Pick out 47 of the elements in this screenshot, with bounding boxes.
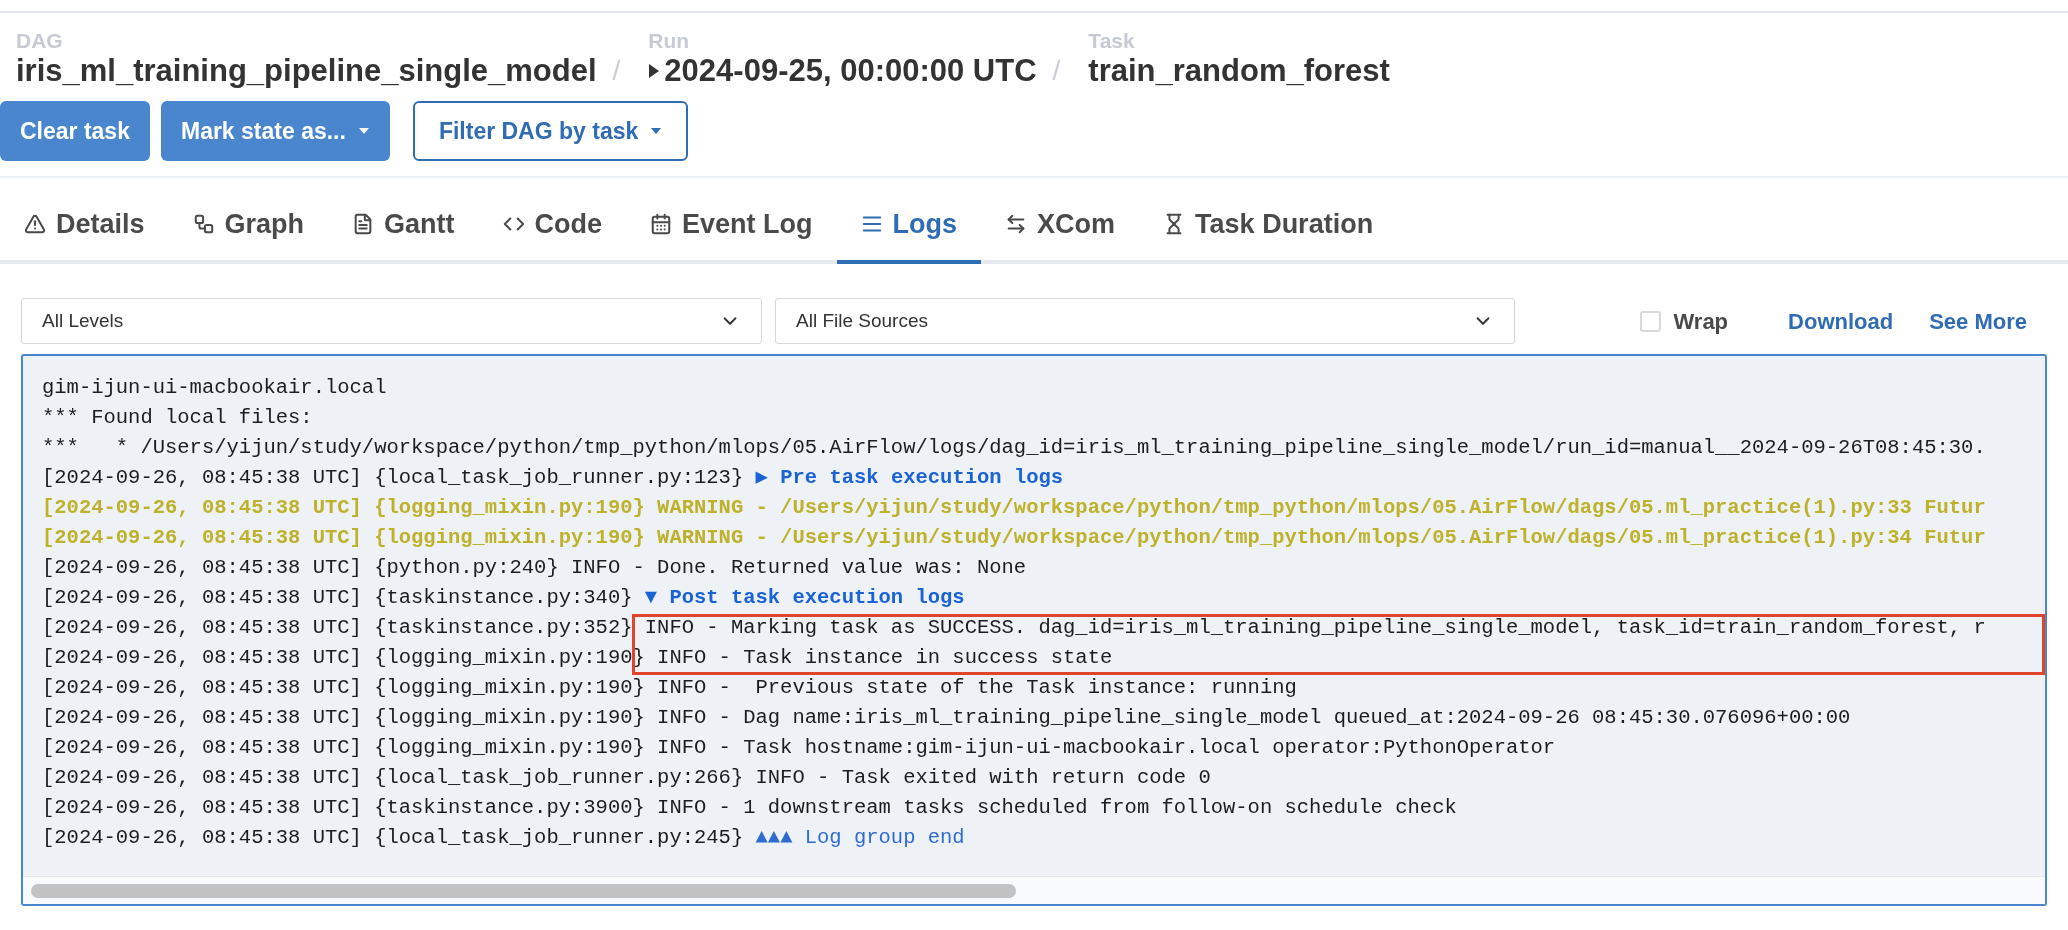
tab[interactable]: XCom — [981, 188, 1140, 264]
log-line: gim-ijun-ui-macbookair.local — [42, 375, 387, 401]
calendar-icon — [650, 213, 673, 235]
breadcrumb-separator: / — [1052, 54, 1061, 88]
breadcrumb-link[interactable]: train_random_forest — [1088, 53, 1390, 89]
tab[interactable]: Gantt — [328, 188, 479, 264]
action-button[interactable]: Clear task — [0, 101, 150, 161]
log-group-toggle[interactable]: ▲▲▲ Log group end — [755, 826, 965, 849]
log-line: [2024-09-26, 08:45:38 UTC] {python.py:240} INFO - Done. Returned value was: None — [42, 555, 1027, 581]
log-group-toggle[interactable]: ▼ Post task execution logs — [644, 586, 965, 609]
wrap-label: Wrap — [1673, 307, 1729, 336]
breadcrumb-link[interactable]: 2024-09-25, 00:00:00 UTC — [664, 53, 1037, 89]
level-select[interactable]: All Levels — [21, 298, 762, 344]
log-line: *** Found local files: — [42, 405, 313, 431]
log-text: [2024-09-26, 08:45:38 UTC] {taskinstance.py:340} — [42, 586, 634, 609]
tab[interactable]: Event Log — [626, 188, 837, 264]
log-line: [2024-09-26, 08:45:38 UTC] {logging_mixin.py:190} WARNING - /Users/yijun/study/workspace/python/tmp_python/mlops/05.AirFlow/dags/05.ml_practice(1).py:33 Futur — [42, 495, 1986, 521]
action-button[interactable]: Filter DAG by task — [412, 101, 689, 161]
tab[interactable]: Details — [0, 188, 169, 264]
source-select[interactable]: All File Sources — [775, 298, 1515, 344]
graph-icon — [192, 213, 215, 235]
log-line: [2024-09-26, 08:45:38 UTC] {local_task_job_runner.py:266} INFO - Task exited with return code 0 — [42, 765, 1211, 791]
tab[interactable]: Code — [478, 188, 627, 264]
log-action-link[interactable]: Download — [1788, 304, 1894, 338]
breadcrumb-separator: / — [612, 54, 621, 88]
log-line: [2024-09-26, 08:45:38 UTC] {logging_mixin.py:190} INFO - Previous state of the Task instance: running — [42, 675, 1297, 701]
log-line: [2024-09-26, 08:45:38 UTC] {logging_mixin.py:190} INFO - Dag name:iris_ml_training_pipeline_single_model queued_at:2024-09-26 08:45:30.076096+00:00 — [42, 705, 1851, 731]
tab[interactable]: Task Duration — [1139, 188, 1398, 264]
log-line: *** * /Users/yijun/study/workspace/python/tmp_python/mlops/05.AirFlow/logs/dag_id=iris_ml_training_pipeline_single_model/run_id=manual__2024-09-26T08:45:30. — [42, 435, 1986, 461]
log-line: [2024-09-26, 08:45:38 UTC] {logging_mixin.py:190} INFO - Task hostname:gim-ijun-ui-macbookair.local operator:PythonOperator — [42, 735, 1556, 761]
log-text: [2024-09-26, 08:45:38 UTC] {local_task_job_runner.py:123} — [42, 466, 745, 489]
log-text: [2024-09-26, 08:45:38 UTC] {local_task_job_runner.py:245} — [42, 826, 745, 849]
log-line: [2024-09-26, 08:45:38 UTC] {taskinstance.py:3900} INFO - 1 downstream tasks scheduled from follow-on schedule check — [42, 795, 1457, 821]
play-icon — [648, 63, 661, 79]
wrap-checkbox[interactable] — [1640, 310, 1662, 332]
tab[interactable]: Logs — [836, 188, 982, 264]
breadcrumb-link[interactable]: iris_ml_training_pipeline_single_model — [16, 53, 597, 89]
tab[interactable]: Graph — [168, 188, 329, 264]
log-line: [2024-09-26, 08:45:38 UTC] {taskinstance.py:352} INFO - Marking task as SUCCESS. dag_id=iris_ml_training_pipeline_single_model, task_id=train_random_forest, r — [42, 615, 1986, 641]
action-button[interactable]: Mark state as... — [160, 101, 390, 161]
breadcrumb-label: Task — [1088, 29, 1136, 53]
warning-icon — [24, 213, 46, 235]
breadcrumb-label: DAG — [16, 29, 64, 53]
breadcrumb-label: Run — [648, 29, 691, 53]
log-action-link[interactable]: See More — [1929, 304, 2027, 338]
log-group-toggle[interactable]: ▶ Pre task execution logs — [755, 466, 1064, 489]
log-line: [2024-09-26, 08:45:38 UTC] {logging_mixin.py:190} WARNING - /Users/yijun/study/workspace/python/tmp_python/mlops/05.AirFlow/dags/05.ml_practice(1).py:34 Futur — [42, 525, 1986, 551]
